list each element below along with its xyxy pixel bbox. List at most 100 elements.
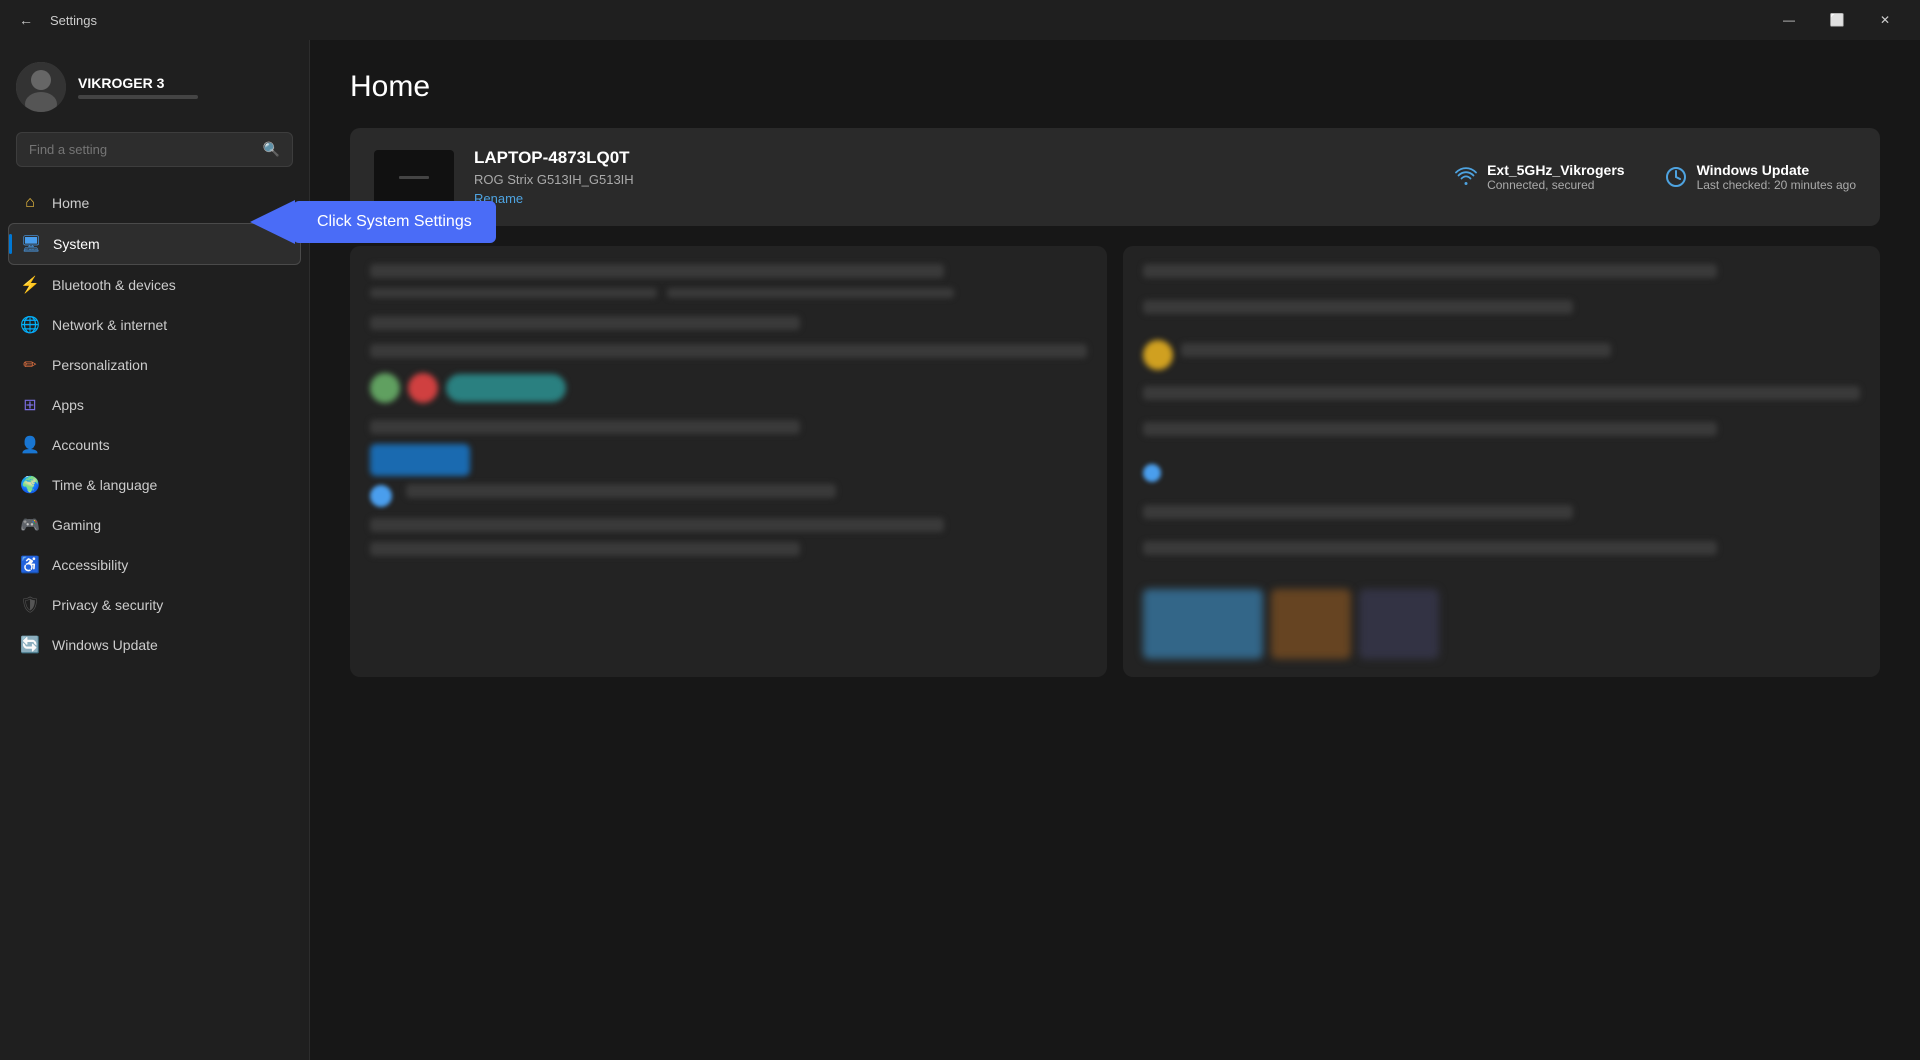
sidebar-item-privacy[interactable]: 🛡Privacy & security bbox=[8, 585, 301, 625]
back-button[interactable]: ← bbox=[12, 6, 40, 34]
update-sub: Last checked: 20 minutes ago bbox=[1697, 178, 1856, 192]
blurred-text-2 bbox=[370, 288, 657, 298]
apps-icon: ⊞ bbox=[20, 395, 40, 415]
sidebar-item-system[interactable]: 🖥 System bbox=[8, 223, 301, 265]
blurred-img-2 bbox=[1271, 589, 1351, 659]
right-blurred-2 bbox=[1143, 300, 1573, 314]
accessibility-icon: ♿ bbox=[20, 555, 40, 575]
blurred-circle-green bbox=[370, 373, 400, 403]
right-blurred-1 bbox=[1143, 264, 1717, 278]
right-blurred-4 bbox=[1143, 386, 1860, 400]
device-thumb-bar bbox=[399, 176, 429, 179]
sidebar-item-update[interactable]: 🔄 Windows Update bbox=[8, 625, 301, 665]
device-card: LAPTOP-4873LQ0T ROG Strix G513IH_G513IH … bbox=[350, 128, 1880, 226]
sidebar-item-label-gaming: Gaming bbox=[52, 517, 101, 533]
blurred-text-5 bbox=[370, 344, 1087, 358]
gaming-icon: 🎮 bbox=[20, 515, 40, 535]
blurred-text-6 bbox=[370, 420, 800, 434]
device-name: LAPTOP-4873LQ0T bbox=[474, 148, 1435, 168]
sidebar-item-label-accessibility: Accessibility bbox=[52, 557, 128, 573]
sidebar-item-label-bluetooth: Bluetooth & devices bbox=[52, 277, 176, 293]
right-card bbox=[1123, 246, 1880, 677]
sidebar-item-label-network: Network & internet bbox=[52, 317, 167, 333]
blurred-text-8 bbox=[370, 518, 944, 532]
search-container: 🔍 bbox=[0, 132, 309, 183]
sidebar-item-home[interactable]: ⌂ Home bbox=[8, 183, 301, 223]
blurred-text-3 bbox=[667, 288, 954, 298]
minimize-button[interactable]: — bbox=[1766, 4, 1812, 36]
right-dot bbox=[1143, 464, 1161, 482]
blurred-dot bbox=[370, 485, 392, 507]
accounts-icon: 👤 bbox=[20, 435, 40, 455]
blurred-img-1 bbox=[1143, 589, 1263, 659]
page-title: Home bbox=[350, 70, 1880, 104]
sidebar: VIKROGER 3 🔍 ⌂ Home 🖥 System ⚡ Bluetooth & de… bbox=[0, 40, 310, 1060]
blurred-circle-red bbox=[408, 373, 438, 403]
search-input[interactable] bbox=[29, 142, 255, 157]
main-content: Home LAPTOP-4873LQ0T ROG Strix G513IH_G5… bbox=[310, 40, 1920, 1060]
close-button[interactable]: ✕ bbox=[1862, 4, 1908, 36]
title-bar-title: Settings bbox=[50, 13, 97, 28]
user-info: VIKROGER 3 bbox=[78, 75, 198, 99]
nav-items: ⌂ Home 🖥 System ⚡ Bluetooth & devices 🌐Network… bbox=[0, 183, 309, 1060]
sidebar-item-apps[interactable]: ⊞ Apps bbox=[8, 385, 301, 425]
left-card bbox=[350, 246, 1107, 677]
right-blurred-6 bbox=[1143, 505, 1573, 519]
sidebar-item-label-personalization: Personalization bbox=[52, 357, 148, 373]
system-icon: 🖥 bbox=[21, 234, 41, 254]
user-bar bbox=[78, 95, 198, 99]
blurred-text-7 bbox=[406, 484, 836, 498]
sidebar-item-network[interactable]: 🌐Network & internet bbox=[8, 305, 301, 345]
wifi-text: Ext_5GHz_Vikrogers Connected, secured bbox=[1487, 162, 1624, 192]
sidebar-item-label-update: Windows Update bbox=[52, 637, 158, 653]
blurred-images bbox=[1143, 589, 1860, 659]
rename-link[interactable]: Rename bbox=[474, 191, 1435, 206]
device-thumbnail bbox=[374, 150, 454, 205]
cards-area bbox=[350, 246, 1880, 677]
sidebar-item-label-accounts: Accounts bbox=[52, 437, 110, 453]
blurred-text-1 bbox=[370, 264, 944, 278]
search-icon: 🔍 bbox=[263, 141, 280, 158]
update-icon bbox=[1665, 166, 1687, 188]
user-profile[interactable]: VIKROGER 3 bbox=[0, 50, 309, 132]
title-bar: ← Settings — ⬜ ✕ bbox=[0, 0, 1920, 40]
time-icon: 🌍 bbox=[20, 475, 40, 495]
wifi-icon bbox=[1455, 166, 1477, 188]
right-blurred-7 bbox=[1143, 541, 1717, 555]
bluetooth-icon: ⚡ bbox=[20, 275, 40, 295]
device-model: ROG Strix G513IH_G513IH bbox=[474, 172, 1435, 187]
device-info: LAPTOP-4873LQ0T ROG Strix G513IH_G513IH … bbox=[474, 148, 1435, 206]
update-text: Windows Update Last checked: 20 minutes … bbox=[1697, 162, 1856, 192]
personalization-icon: ✏ bbox=[20, 355, 40, 375]
sidebar-item-accounts[interactable]: 👤 Accounts bbox=[8, 425, 301, 465]
sidebar-item-label-privacy: Privacy & security bbox=[52, 597, 163, 613]
avatar-image bbox=[16, 62, 66, 112]
blurred-img-3 bbox=[1359, 589, 1439, 659]
wifi-sub: Connected, secured bbox=[1487, 178, 1624, 192]
sidebar-item-bluetooth[interactable]: ⚡ Bluetooth & devices bbox=[8, 265, 301, 305]
right-blurred-5 bbox=[1143, 422, 1717, 436]
sidebar-item-label-home: Home bbox=[52, 195, 89, 211]
sidebar-item-time[interactable]: 🌍 Time & language bbox=[8, 465, 301, 505]
home-icon: ⌂ bbox=[20, 193, 40, 213]
sidebar-item-label-apps: Apps bbox=[52, 397, 84, 413]
right-circle-yellow bbox=[1143, 340, 1173, 370]
sidebar-item-label-time: Time & language bbox=[52, 477, 157, 493]
avatar bbox=[16, 62, 66, 112]
update-icon: 🔄 bbox=[20, 635, 40, 655]
blurred-text-9 bbox=[370, 542, 800, 556]
username: VIKROGER 3 bbox=[78, 75, 198, 91]
update-status: Windows Update Last checked: 20 minutes … bbox=[1665, 162, 1856, 192]
wifi-label: Ext_5GHz_Vikrogers bbox=[1487, 162, 1624, 178]
search-box[interactable]: 🔍 bbox=[16, 132, 293, 167]
wifi-status: Ext_5GHz_Vikrogers Connected, secured bbox=[1455, 162, 1624, 192]
maximize-button[interactable]: ⬜ bbox=[1814, 4, 1860, 36]
sidebar-item-gaming[interactable]: 🎮 Gaming bbox=[8, 505, 301, 545]
window-controls: — ⬜ ✕ bbox=[1766, 4, 1908, 36]
device-status-area: Ext_5GHz_Vikrogers Connected, secured Wi… bbox=[1455, 162, 1856, 192]
sidebar-item-accessibility[interactable]: ♿ Accessibility bbox=[8, 545, 301, 585]
blurred-tag-teal bbox=[446, 374, 566, 402]
blurred-text-4 bbox=[370, 316, 800, 330]
sidebar-item-label-system: System bbox=[53, 236, 100, 252]
sidebar-item-personalization[interactable]: ✏ Personalization bbox=[8, 345, 301, 385]
